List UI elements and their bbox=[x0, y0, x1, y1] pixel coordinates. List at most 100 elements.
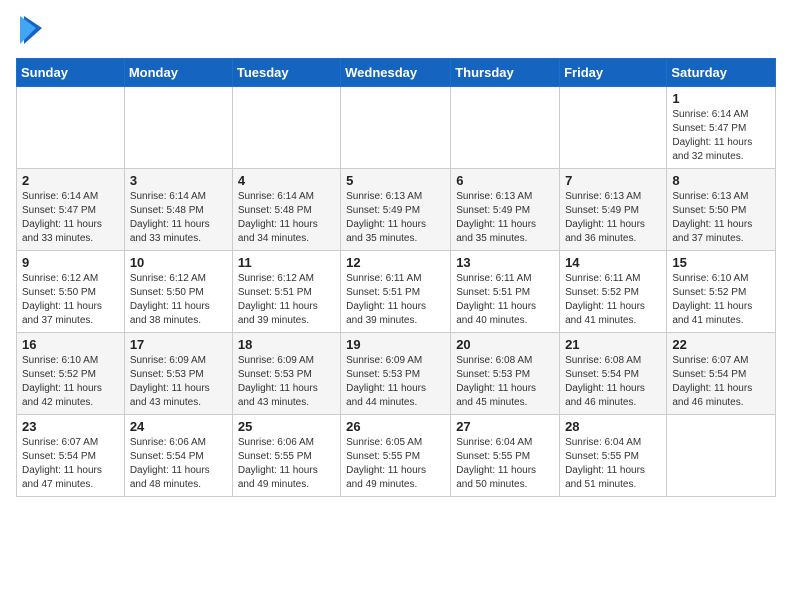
day-info: Sunrise: 6:10 AM Sunset: 5:52 PM Dayligh… bbox=[22, 354, 119, 410]
calendar-cell: 6 Sunrise: 6:13 AM Sunset: 5:49 PM Daylig… bbox=[451, 169, 560, 251]
day-number: 8 bbox=[672, 173, 770, 188]
day-info: Sunrise: 6:07 AM Sunset: 5:54 PM Dayligh… bbox=[22, 436, 119, 492]
calendar-cell: 19 Sunrise: 6:09 AM Sunset: 5:53 PM Dayli… bbox=[341, 333, 451, 415]
day-number: 19 bbox=[346, 337, 445, 352]
calendar-cell: 12 Sunrise: 6:11 AM Sunset: 5:51 PM Dayli… bbox=[341, 251, 451, 333]
day-info: Sunrise: 6:14 AM Sunset: 5:48 PM Dayligh… bbox=[130, 190, 227, 246]
calendar-cell: 4 Sunrise: 6:14 AM Sunset: 5:48 PM Daylig… bbox=[232, 169, 340, 251]
weekday-header: Saturday bbox=[667, 59, 776, 87]
day-info: Sunrise: 6:06 AM Sunset: 5:54 PM Dayligh… bbox=[130, 436, 227, 492]
calendar-cell: 3 Sunrise: 6:14 AM Sunset: 5:48 PM Daylig… bbox=[124, 169, 232, 251]
day-info: Sunrise: 6:14 AM Sunset: 5:47 PM Dayligh… bbox=[22, 190, 119, 246]
day-info: Sunrise: 6:07 AM Sunset: 5:54 PM Dayligh… bbox=[672, 354, 770, 410]
calendar-cell bbox=[451, 87, 560, 169]
day-number: 5 bbox=[346, 173, 445, 188]
calendar-cell: 25Sunrise: 6:06 AM Sunset: 5:55 PM Dayli… bbox=[232, 415, 340, 497]
day-number: 24 bbox=[130, 419, 227, 434]
calendar-cell: 18 Sunrise: 6:09 AM Sunset: 5:53 PM Dayli… bbox=[232, 333, 340, 415]
calendar-cell: 1 Sunrise: 6:14 AM Sunset: 5:47 PM Daylig… bbox=[667, 87, 776, 169]
day-info: Sunrise: 6:04 AM Sunset: 5:55 PM Dayligh… bbox=[565, 436, 661, 492]
day-number: 14 bbox=[565, 255, 661, 270]
day-number: 18 bbox=[238, 337, 335, 352]
calendar-cell: 22 Sunrise: 6:07 AM Sunset: 5:54 PM Dayli… bbox=[667, 333, 776, 415]
calendar-cell: 10 Sunrise: 6:12 AM Sunset: 5:50 PM Dayli… bbox=[124, 251, 232, 333]
day-number: 11 bbox=[238, 255, 335, 270]
calendar-week-row: 16 Sunrise: 6:10 AM Sunset: 5:52 PM Dayli… bbox=[17, 333, 776, 415]
calendar-cell: 13Sunrise: 6:11 AM Sunset: 5:51 PM Dayli… bbox=[451, 251, 560, 333]
calendar-cell: 23Sunrise: 6:07 AM Sunset: 5:54 PM Dayli… bbox=[17, 415, 125, 497]
calendar-cell bbox=[667, 415, 776, 497]
day-info: Sunrise: 6:08 AM Sunset: 5:54 PM Dayligh… bbox=[565, 354, 661, 410]
day-info: Sunrise: 6:12 AM Sunset: 5:51 PM Dayligh… bbox=[238, 272, 335, 328]
calendar-cell bbox=[560, 87, 667, 169]
day-number: 3 bbox=[130, 173, 227, 188]
day-number: 15 bbox=[672, 255, 770, 270]
day-number: 25 bbox=[238, 419, 335, 434]
calendar-cell bbox=[17, 87, 125, 169]
weekday-header: Sunday bbox=[17, 59, 125, 87]
logo bbox=[16, 16, 42, 46]
day-info: Sunrise: 6:10 AM Sunset: 5:52 PM Dayligh… bbox=[672, 272, 770, 328]
calendar-week-row: 23Sunrise: 6:07 AM Sunset: 5:54 PM Dayli… bbox=[17, 415, 776, 497]
day-info: Sunrise: 6:13 AM Sunset: 5:49 PM Dayligh… bbox=[346, 190, 445, 246]
day-info: Sunrise: 6:13 AM Sunset: 5:50 PM Dayligh… bbox=[672, 190, 770, 246]
weekday-header: Friday bbox=[560, 59, 667, 87]
day-number: 26 bbox=[346, 419, 445, 434]
calendar-cell: 11 Sunrise: 6:12 AM Sunset: 5:51 PM Dayli… bbox=[232, 251, 340, 333]
calendar-cell bbox=[124, 87, 232, 169]
day-info: Sunrise: 6:13 AM Sunset: 5:49 PM Dayligh… bbox=[456, 190, 554, 246]
day-number: 7 bbox=[565, 173, 661, 188]
day-info: Sunrise: 6:09 AM Sunset: 5:53 PM Dayligh… bbox=[130, 354, 227, 410]
day-number: 10 bbox=[130, 255, 227, 270]
calendar-header-row: SundayMondayTuesdayWednesdayThursdayFrid… bbox=[17, 59, 776, 87]
day-number: 21 bbox=[565, 337, 661, 352]
calendar-cell: 21 Sunrise: 6:08 AM Sunset: 5:54 PM Dayli… bbox=[560, 333, 667, 415]
calendar-cell: 17 Sunrise: 6:09 AM Sunset: 5:53 PM Dayli… bbox=[124, 333, 232, 415]
logo-icon bbox=[20, 16, 42, 44]
day-number: 1 bbox=[672, 91, 770, 106]
day-number: 9 bbox=[22, 255, 119, 270]
day-info: Sunrise: 6:14 AM Sunset: 5:48 PM Dayligh… bbox=[238, 190, 335, 246]
calendar-cell: 9 Sunrise: 6:12 AM Sunset: 5:50 PM Daylig… bbox=[17, 251, 125, 333]
day-info: Sunrise: 6:09 AM Sunset: 5:53 PM Dayligh… bbox=[346, 354, 445, 410]
day-info: Sunrise: 6:05 AM Sunset: 5:55 PM Dayligh… bbox=[346, 436, 445, 492]
weekday-header: Thursday bbox=[451, 59, 560, 87]
day-number: 20 bbox=[456, 337, 554, 352]
weekday-header: Tuesday bbox=[232, 59, 340, 87]
day-info: Sunrise: 6:12 AM Sunset: 5:50 PM Dayligh… bbox=[22, 272, 119, 328]
calendar-cell: 7Sunrise: 6:13 AM Sunset: 5:49 PM Daylig… bbox=[560, 169, 667, 251]
page-header bbox=[16, 16, 776, 46]
calendar-body: 1 Sunrise: 6:14 AM Sunset: 5:47 PM Daylig… bbox=[17, 87, 776, 497]
day-info: Sunrise: 6:14 AM Sunset: 5:47 PM Dayligh… bbox=[672, 108, 770, 164]
weekday-header: Wednesday bbox=[341, 59, 451, 87]
calendar-cell: 8 Sunrise: 6:13 AM Sunset: 5:50 PM Daylig… bbox=[667, 169, 776, 251]
day-number: 4 bbox=[238, 173, 335, 188]
day-info: Sunrise: 6:09 AM Sunset: 5:53 PM Dayligh… bbox=[238, 354, 335, 410]
calendar-week-row: 2 Sunrise: 6:14 AM Sunset: 5:47 PM Daylig… bbox=[17, 169, 776, 251]
day-number: 27 bbox=[456, 419, 554, 434]
day-info: Sunrise: 6:11 AM Sunset: 5:52 PM Dayligh… bbox=[565, 272, 661, 328]
calendar-cell: 14 Sunrise: 6:11 AM Sunset: 5:52 PM Dayli… bbox=[560, 251, 667, 333]
day-number: 12 bbox=[346, 255, 445, 270]
calendar-cell: 16 Sunrise: 6:10 AM Sunset: 5:52 PM Dayli… bbox=[17, 333, 125, 415]
calendar-cell: 24 Sunrise: 6:06 AM Sunset: 5:54 PM Dayli… bbox=[124, 415, 232, 497]
calendar-cell bbox=[232, 87, 340, 169]
day-number: 2 bbox=[22, 173, 119, 188]
day-info: Sunrise: 6:11 AM Sunset: 5:51 PM Dayligh… bbox=[346, 272, 445, 328]
day-info: Sunrise: 6:12 AM Sunset: 5:50 PM Dayligh… bbox=[130, 272, 227, 328]
calendar-table: SundayMondayTuesdayWednesdayThursdayFrid… bbox=[16, 58, 776, 497]
day-number: 6 bbox=[456, 173, 554, 188]
day-info: Sunrise: 6:04 AM Sunset: 5:55 PM Dayligh… bbox=[456, 436, 554, 492]
calendar-cell: 27 Sunrise: 6:04 AM Sunset: 5:55 PM Dayli… bbox=[451, 415, 560, 497]
calendar-cell: 15 Sunrise: 6:10 AM Sunset: 5:52 PM Dayli… bbox=[667, 251, 776, 333]
day-number: 16 bbox=[22, 337, 119, 352]
calendar-cell bbox=[341, 87, 451, 169]
day-number: 22 bbox=[672, 337, 770, 352]
calendar-cell: 5 Sunrise: 6:13 AM Sunset: 5:49 PM Daylig… bbox=[341, 169, 451, 251]
calendar-cell: 2 Sunrise: 6:14 AM Sunset: 5:47 PM Daylig… bbox=[17, 169, 125, 251]
calendar-week-row: 9 Sunrise: 6:12 AM Sunset: 5:50 PM Daylig… bbox=[17, 251, 776, 333]
day-info: Sunrise: 6:08 AM Sunset: 5:53 PM Dayligh… bbox=[456, 354, 554, 410]
weekday-header: Monday bbox=[124, 59, 232, 87]
day-number: 17 bbox=[130, 337, 227, 352]
calendar-cell: 28Sunrise: 6:04 AM Sunset: 5:55 PM Dayli… bbox=[560, 415, 667, 497]
